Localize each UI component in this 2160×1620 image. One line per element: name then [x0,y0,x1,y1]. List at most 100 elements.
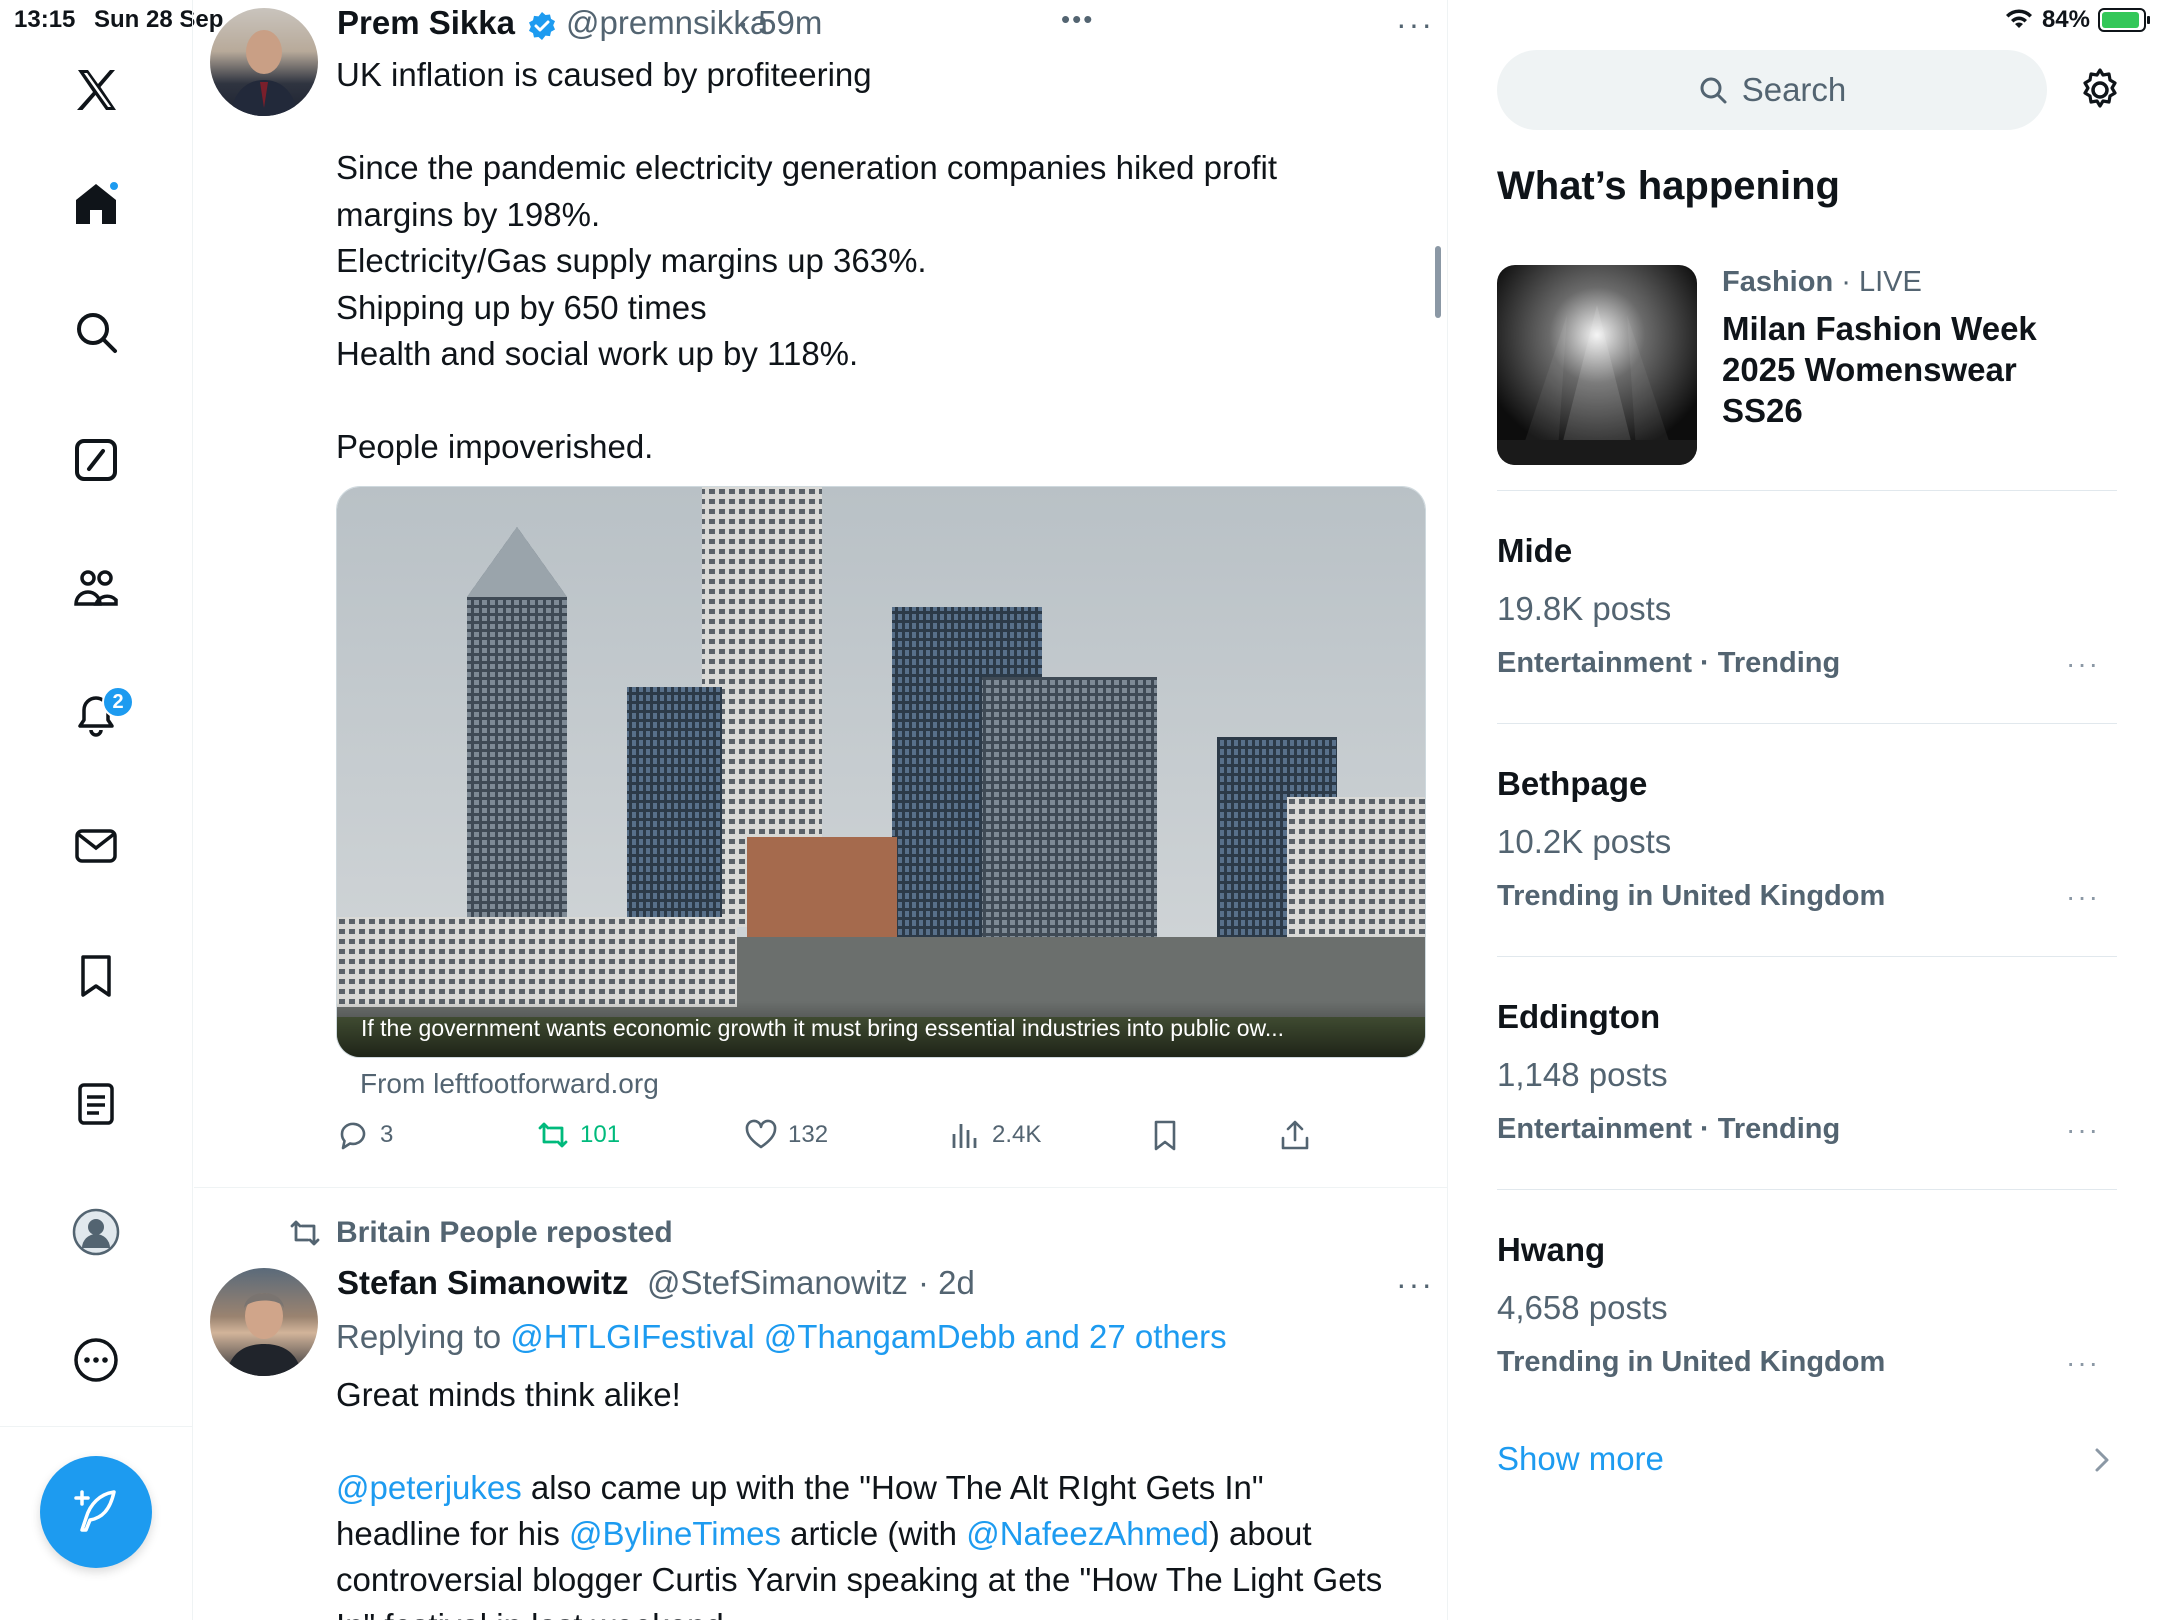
nav-bookmarks[interactable] [58,938,134,1014]
nav-divider [0,1426,193,1427]
nav-home[interactable] [58,166,134,242]
repost-attribution[interactable]: Britain People reposted [288,1216,673,1250]
nav-lists[interactable] [58,1066,134,1142]
tweet-author-name[interactable]: Stefan Simanowitz [337,1264,629,1302]
trend-feature-category: Fashion · LIVE [1722,266,1922,299]
trend-name[interactable]: Eddington [1497,998,1660,1036]
nav-profile[interactable] [58,1194,134,1270]
tweet-text-line-2: @peterjukes also came up with the "How T… [336,1465,1436,1512]
trend-more-button[interactable]: ··· [2066,881,2100,913]
trend-divider [1497,956,2117,957]
grok-icon [75,439,117,481]
compose-post-button[interactable] [40,1456,152,1568]
trend-category: Fashion [1722,266,1834,298]
tweet-author-avatar[interactable] [210,1268,318,1376]
trend-feature-image[interactable] [1497,265,1697,465]
repost-button[interactable]: 101 [536,1118,620,1152]
communities-icon [74,570,118,606]
replying-to-line: Replying to @HTLGIFestival @ThangamDebb … [336,1314,1436,1361]
trend-post-count: 10.2K posts [1497,823,1672,860]
tweet-text-line-3: headline for his @BylineTimes article (w… [336,1511,1436,1558]
verified-badge-icon [529,12,555,40]
reply-button[interactable]: 3 [336,1118,393,1152]
x-logo-icon[interactable] [58,52,134,128]
trend-name[interactable]: Mide [1497,532,1572,570]
trend-more-button[interactable]: ··· [2066,648,2100,680]
trend-name[interactable]: Hwang [1497,1231,1605,1269]
trend-context: Trending in United Kingdom [1497,880,1886,912]
nav-more[interactable] [58,1322,134,1398]
trend-live-status: · LIVE [1833,266,1922,298]
search-icon [1700,77,1727,104]
trend-divider [1497,490,2117,491]
nav-notifications[interactable]: 2 [58,678,134,754]
trend-context: Entertainment · Trending [1497,1113,1841,1145]
tweet-text-line-4: controversial blogger Curtis Yarvin spea… [336,1561,1383,1598]
chevron-right-icon [2095,1448,2109,1472]
trend-more-button[interactable]: ··· [2066,1347,2100,1379]
search-placeholder: Search [1741,71,1847,108]
city-skyline-photo [337,487,1425,1057]
tweet-link-card-image[interactable]: If the government wants economic growth … [336,486,1426,1058]
tweet-timestamp[interactable]: · 2d [918,1264,975,1302]
runway-photo [1497,265,1697,465]
home-unread-dot [108,180,120,192]
tweet-text-b: headline for his [336,1515,569,1552]
tweet-text-line-5: In" festival in last weekend [336,1603,1436,1620]
trend-context: Trending in United Kingdom [1497,1346,1886,1378]
tweet-text-c: article (with [780,1515,967,1552]
repost-attribution-text: Britain People reposted [336,1216,673,1249]
timeline-scrollbar[interactable] [1435,246,1441,318]
repost-count: 101 [580,1121,621,1148]
tweet-more-button[interactable]: ··· [1396,6,1434,43]
nav-communities[interactable] [58,550,134,626]
mention-nafeezahmed[interactable]: @NafeezAhmed [966,1515,1209,1552]
tweet-author-avatar[interactable] [210,8,318,116]
bookmark-button[interactable] [1148,1118,1182,1152]
repost-icon [290,1220,320,1246]
search-input[interactable]: Search [1497,50,2047,130]
trend-name[interactable]: Bethpage [1497,765,1647,803]
mention-peterjukes[interactable]: @peterjukes [336,1469,522,1506]
nav-grok[interactable] [58,422,134,498]
trend-post-count: 1,148 posts [1497,1056,1668,1093]
more-circle-icon [74,1338,118,1382]
share-button[interactable] [1278,1118,1312,1152]
replying-to-users[interactable]: @HTLGIFestival @ThangamDebb and 27 other… [510,1318,1226,1355]
trend-post-count: 19.8K posts [1497,590,1672,627]
tweet-author-name[interactable]: Prem Sikka [337,4,515,42]
trend-post-count: 4,658 posts [1497,1289,1668,1326]
drag-handle-dots[interactable]: ••• [1061,4,1094,35]
show-more-link[interactable]: Show more [1497,1440,1664,1478]
nav-messages[interactable] [58,808,134,884]
tweet-more-button[interactable]: ··· [1396,1266,1434,1303]
trend-context: Entertainment · Trending [1497,647,1841,679]
mention-bylinetimes[interactable]: @BylineTimes [569,1515,781,1552]
bookmark-icon [81,955,111,997]
like-button[interactable]: 132 [744,1118,828,1152]
repost-icon [538,1122,568,1148]
reply-count: 3 [380,1121,394,1148]
trend-feature-title[interactable]: Milan Fashion Week 2025 Womenswear SS26 [1722,308,2102,431]
compose-feather-icon [74,1490,116,1532]
heart-icon [745,1119,777,1149]
link-source[interactable]: From leftfootforward.org [360,1068,659,1100]
replying-to-prefix: Replying to [336,1318,511,1355]
tweet-text-a: also came up with the "How The Alt RIght… [521,1469,1264,1506]
whats-happening-title: What’s happening [1497,164,1840,208]
tweet-text-d: ) about [1208,1515,1312,1552]
nav-explore[interactable] [58,294,134,370]
tweet-author-handle[interactable]: @StefSimanowitz [647,1264,908,1302]
tweet-timestamp[interactable]: · 59m [738,4,822,42]
search-icon [77,313,117,353]
trend-more-button[interactable]: ··· [2066,1114,2100,1146]
tweet-text-line-1: Great minds think alike! [336,1376,681,1413]
trend-divider [1497,1189,2117,1190]
profile-avatar-icon [72,1208,120,1256]
reply-icon [340,1122,366,1150]
views-chart-icon [952,1124,977,1148]
tweet-text: UK inflation is caused by profiteering S… [336,56,1278,465]
settings-gear-icon[interactable] [2076,66,2124,114]
views-button[interactable]: 2.4K [948,1118,1041,1152]
views-count: 2.4K [992,1121,1042,1148]
